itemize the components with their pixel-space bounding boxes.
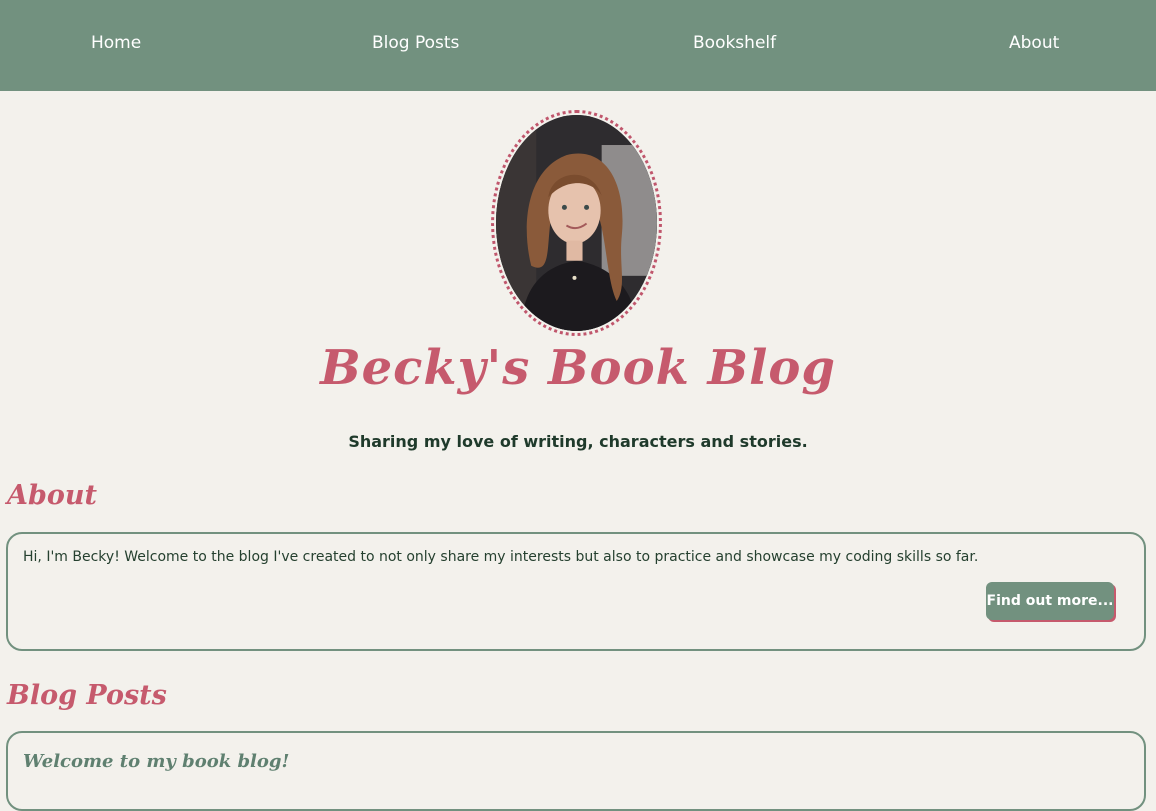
site-title: Becky's Book Blog [320, 340, 836, 396]
top-navigation: Home Blog Posts Bookshelf About [0, 0, 1156, 91]
nav-item-home[interactable]: Home [91, 33, 141, 53]
nav-item-bookshelf[interactable]: Bookshelf [693, 33, 776, 53]
profile-photo [496, 115, 657, 331]
nav-item-about[interactable]: About [1009, 33, 1059, 53]
site-tagline: Sharing my love of writing, characters a… [348, 432, 808, 451]
about-text: Hi, I'm Becky! Welcome to the blog I've … [23, 549, 979, 565]
nav-item-blog-posts[interactable]: Blog Posts [372, 33, 459, 53]
about-card: Hi, I'm Becky! Welcome to the blog I've … [6, 532, 1146, 651]
blog-post-card[interactable]: Welcome to my book blog! [6, 731, 1146, 811]
about-heading: About [7, 480, 97, 511]
profile-photo-frame [491, 110, 662, 336]
avatar [496, 115, 657, 331]
blog-posts-heading: Blog Posts [7, 680, 167, 711]
blog-post-title[interactable]: Welcome to my book blog! [23, 751, 289, 772]
find-out-more-button[interactable]: Find out more... [986, 582, 1114, 620]
